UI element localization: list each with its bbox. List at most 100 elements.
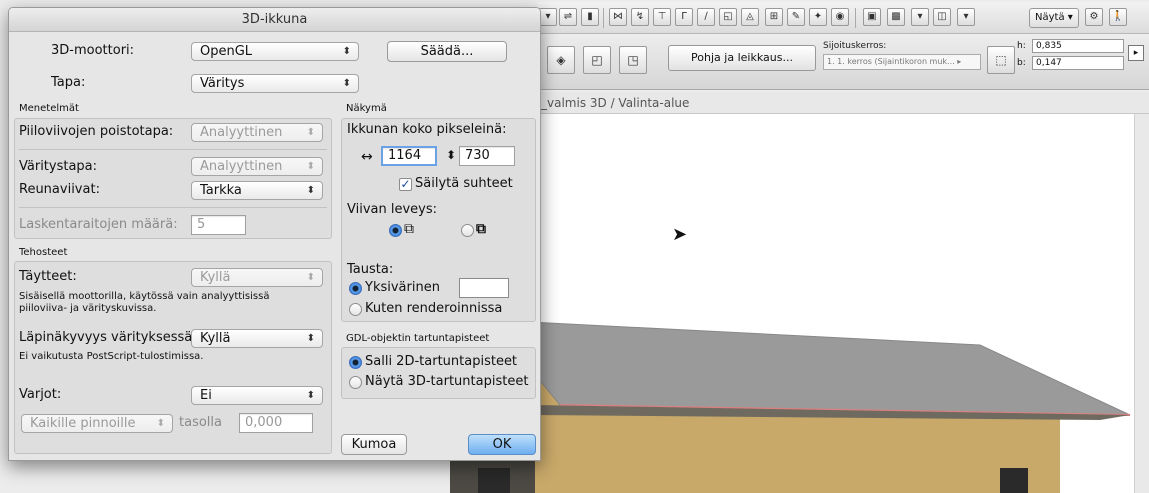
mouse-cursor-icon: ➤ xyxy=(672,224,688,245)
effects-header: Tehosteet xyxy=(19,247,68,258)
tool-icon-15[interactable]: ▣ xyxy=(863,8,881,26)
tool-icon-5[interactable]: ↯ xyxy=(631,8,649,26)
show-3d-radio[interactable] xyxy=(349,376,362,389)
mono-label: Yksivärinen xyxy=(365,280,440,295)
surfaces-select[interactable]: Kaikille pinnoille ⬍ xyxy=(21,414,173,433)
updown-arrows-icon: ⬍ xyxy=(306,333,315,344)
hidden-line-select[interactable]: Analyyttinen ⬍ xyxy=(191,123,323,142)
adjust-button[interactable]: Säädä... xyxy=(387,41,507,62)
dialog-title-bar[interactable]: 3D-ikkuna xyxy=(9,8,540,32)
thick-line-icon: ⧉ xyxy=(476,221,486,237)
methods-header: Menetelmät xyxy=(19,103,79,114)
mode-label: Tapa: xyxy=(51,75,86,90)
engine-label: 3D-moottori: xyxy=(51,43,135,58)
transparency-note: Ei vaikutusta PostScript-tulostimissa. xyxy=(19,351,204,362)
tool-icon-6[interactable]: ⊤ xyxy=(653,8,671,26)
engine-select[interactable]: OpenGL ⬍ xyxy=(191,42,359,61)
b-field[interactable]: 0,147 xyxy=(1032,56,1124,70)
edges-select[interactable]: Tarkka ⬍ xyxy=(191,181,323,200)
height-field[interactable]: 730 xyxy=(459,146,515,166)
dimension-icon: ⬚ xyxy=(987,46,1015,74)
tool-icon-14[interactable]: ◉ xyxy=(831,8,849,26)
updown-arrows-icon: ⬍ xyxy=(156,418,165,429)
transparency-select[interactable]: Kyllä ⬍ xyxy=(191,329,323,348)
mode-value: Väritys xyxy=(200,76,245,91)
allow-2d-label: Salli 2D-tartuntapisteet xyxy=(365,354,518,369)
keep-ratio-checkbox[interactable]: ✓ xyxy=(399,178,412,191)
tool-icon-12[interactable]: ✎ xyxy=(787,8,805,26)
width-field[interactable]: 1164 xyxy=(381,146,437,166)
mono-radio[interactable] xyxy=(349,282,362,295)
fills-label: Täytteet: xyxy=(19,269,77,284)
view-header: Näkymä xyxy=(346,103,387,114)
ok-button[interactable]: OK xyxy=(468,434,536,455)
tool-icon-2[interactable]: ⇌ xyxy=(559,8,577,26)
tool-icon-19[interactable]: ▾ xyxy=(957,8,975,26)
background-color-swatch[interactable] xyxy=(459,278,509,298)
level-field[interactable]: 0,000 xyxy=(239,413,313,433)
placement-story-label: Sijoituskerros: xyxy=(823,41,887,51)
tool-icon-18[interactable]: ◫ xyxy=(933,8,951,26)
vertical-arrow-icon: ⬍ xyxy=(446,148,457,162)
divider xyxy=(19,207,327,208)
tool-icon-3[interactable]: ▮ xyxy=(581,8,599,26)
tool-icon-9[interactable]: ◱ xyxy=(719,8,737,26)
h-field[interactable]: 0,835 xyxy=(1032,39,1124,53)
h-label: h: xyxy=(1017,41,1026,51)
walk-settings-icon[interactable]: ⚙ xyxy=(1085,8,1103,26)
shadows-label: Varjot: xyxy=(19,387,62,402)
updown-arrows-icon: ⬍ xyxy=(306,185,315,196)
hidden-line-label: Piiloviivojen poistotapa: xyxy=(19,124,174,139)
transparency-value: Kyllä xyxy=(200,331,231,346)
updown-arrows-icon: ⬍ xyxy=(306,390,315,401)
thick-line-radio[interactable] xyxy=(461,224,474,237)
line-width-label: Viivan leveys: xyxy=(347,202,438,217)
shadows-select[interactable]: Ei ⬍ xyxy=(191,386,323,405)
tool-icon-17[interactable]: ▾ xyxy=(911,8,929,26)
thin-line-radio[interactable] xyxy=(389,224,402,237)
allow-2d-radio[interactable] xyxy=(349,356,362,369)
divider xyxy=(19,149,327,150)
tool-icon-4[interactable]: ⋈ xyxy=(609,8,627,26)
render-label: Kuten renderoinnissa xyxy=(365,301,503,316)
window-size-label: Ikkunan koko pikseleinä: xyxy=(347,122,507,137)
walk-person-icon[interactable]: 🚶 xyxy=(1109,8,1127,26)
house-window-right xyxy=(1000,468,1028,493)
mode-select[interactable]: Väritys ⬍ xyxy=(191,74,359,93)
tool-icon-1[interactable]: ▾ xyxy=(539,8,557,26)
expand-arrow-icon[interactable]: ▸ xyxy=(1128,45,1144,61)
updown-arrows-icon: ⬍ xyxy=(306,127,315,138)
edges-label: Reunaviivat: xyxy=(19,182,100,197)
tool-icon-16[interactable]: ▩ xyxy=(887,8,905,26)
show-menu-button[interactable]: Näytä ▾ xyxy=(1029,8,1079,28)
toolbar-separator xyxy=(855,8,856,28)
strips-field[interactable]: 5 xyxy=(191,215,246,235)
dialog-title: 3D-ikkuna xyxy=(241,12,308,27)
placement-story-select[interactable]: 1. 1. kerros (Sijaintikoron muk... ▸ xyxy=(823,54,981,70)
thin-line-icon: ⧉ xyxy=(404,221,414,237)
view-icon-1[interactable]: ◈ xyxy=(547,46,575,74)
view-icon-2[interactable]: ◰ xyxy=(583,46,611,74)
house-model xyxy=(450,320,1131,493)
view-icon-3[interactable]: ◳ xyxy=(619,46,647,74)
tool-icon-7[interactable]: Γ xyxy=(675,8,693,26)
render-radio[interactable] xyxy=(349,303,362,316)
viewport-scrollbar[interactable] xyxy=(1134,114,1149,493)
tool-icon-13[interactable]: ✦ xyxy=(809,8,827,26)
hidden-line-value: Analyyttinen xyxy=(200,125,283,140)
house-roof xyxy=(489,320,1131,416)
surfaces-value: Kaikille pinnoille xyxy=(30,416,136,431)
plan-and-section-button[interactable]: Pohja ja leikkaus... xyxy=(668,45,816,71)
cancel-button[interactable]: Kumoa xyxy=(341,434,407,455)
strips-label: Laskentaraitojen määrä: xyxy=(19,217,178,232)
tool-icon-11[interactable]: ⊞ xyxy=(765,8,783,26)
house-window-left xyxy=(478,468,510,493)
level-label: tasolla xyxy=(179,415,222,430)
tool-icon-10[interactable]: ◬ xyxy=(741,8,759,26)
tool-icon-8[interactable]: ∕ xyxy=(697,8,715,26)
shadows-value: Ei xyxy=(200,388,212,403)
shading-select[interactable]: Analyyttinen ⬍ xyxy=(191,157,323,176)
fills-select[interactable]: Kyllä ⬍ xyxy=(191,268,323,287)
background-label: Tausta: xyxy=(347,262,394,277)
keep-ratio-label: Säilytä suhteet xyxy=(415,176,513,191)
